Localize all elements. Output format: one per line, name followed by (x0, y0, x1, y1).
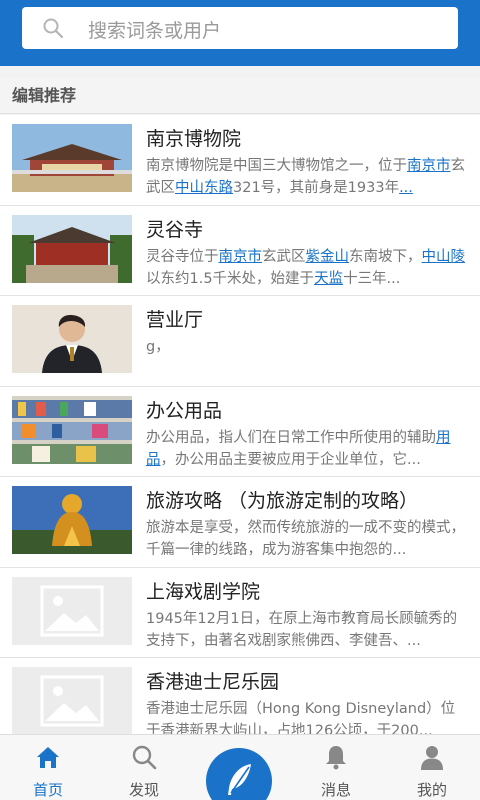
top-bar: 搜索词条或用户 (0, 0, 480, 66)
item-description: 办公用品，指人们在日常工作中所使用的辅助用品，办公用品主要被应用于企业单位，它.… (146, 427, 468, 471)
search-icon (43, 18, 64, 39)
feather-icon (228, 764, 251, 795)
item-text: 以东约1.5千米处，始建于 (146, 270, 315, 287)
section-title: 编辑推荐 (0, 78, 480, 114)
item-thumbnail (12, 124, 132, 192)
home-icon (37, 747, 59, 768)
list-item[interactable]: 旅游攻略 （为旅游定制的攻略） 旅游本是享受，然而传统旅游的一成不变的模式，千篇一… (0, 477, 480, 568)
item-description: 1945年12月1日，在原上海市教育局长顾毓秀的支持下，由著名戏剧家熊佛西、李健… (146, 608, 468, 652)
item-text: ，办公用品主要被应用于企业单位，它... (160, 451, 421, 468)
item-title: 营业厅 (146, 309, 204, 331)
item-text: 321号，其前身是1933年 (233, 180, 400, 196)
search-placeholder: 搜索词条或用户 (88, 20, 222, 42)
item-title: 南京博物院 (146, 128, 242, 150)
item-description: 旅游本是享受，然而传统旅游的一成不变的模式，千篇一律的线路，成为游客集中抱怨的.… (146, 517, 468, 561)
item-text: g， (146, 339, 170, 355)
image-placeholder-icon (12, 576, 132, 645)
image-placeholder-icon (12, 667, 132, 735)
item-link[interactable]: 南京市 (407, 158, 451, 174)
item-title: 香港迪士尼乐园 (146, 671, 280, 693)
item-description: 南京博物院是中国三大博物馆之一，位于南京市玄武区中山东路321号，其前身是193… (146, 155, 468, 199)
list-item[interactable]: 办公用品办公用品，指人们在日常工作中所使用的辅助用品，办公用品主要被应用于企业单… (0, 386, 480, 477)
item-text: 旅游本是享受，然而传统旅游的一成不变的模式，千篇一律的线路，成为游客集中抱怨的.… (146, 520, 465, 558)
list-item[interactable]: 上海戏剧学院 1945年12月1日，在原上海市教育局长顾毓秀的支持下，由著名戏剧家… (0, 567, 480, 658)
tab-mine[interactable]: 我的 (384, 735, 480, 800)
item-text: 玄武区 (262, 248, 306, 265)
item-text: 十三年... (343, 270, 401, 287)
item-link[interactable]: 天监 (314, 271, 343, 287)
tab-home[interactable]: 首页 (0, 735, 96, 800)
tab-home-label: 首页 (32, 781, 63, 799)
list-item[interactable]: 营业厅 g， (0, 296, 480, 387)
item-link[interactable]: 中山东路 (175, 180, 233, 196)
item-link[interactable]: 南京市 (219, 249, 263, 265)
item-link[interactable]: 中山陵 (422, 249, 466, 265)
item-text: 灵谷寺位于 (146, 248, 219, 265)
item-title: 旅游攻略 （为旅游定制的攻略） (146, 490, 419, 512)
item-link[interactable]: 紫金山 (306, 249, 350, 265)
item-title: 上海戏剧学院 (146, 580, 261, 603)
item-description: g， (146, 336, 468, 358)
tab-messages-label: 消息 (320, 781, 351, 799)
item-title: 灵谷寺 (146, 218, 204, 241)
item-thumbnail (12, 214, 132, 283)
recommend-list: 南京博物院 南京博物院是中国三大博物馆之一，位于南京市玄武区中山东路321号，其前… (0, 115, 480, 749)
user-icon (421, 746, 443, 770)
search-icon (132, 745, 157, 770)
item-title: 办公用品 (146, 399, 223, 422)
tab-messages[interactable]: 消息 (288, 735, 384, 800)
item-thumbnail (12, 395, 132, 464)
item-link[interactable]: ... (399, 180, 413, 196)
list-item[interactable]: 灵谷寺灵谷寺位于南京市玄武区紫金山东南坡下，中山陵以东约1.5千米处，始建于天监… (0, 205, 480, 296)
tab-mine-label: 我的 (416, 781, 447, 799)
tab-discover[interactable]: 发现 (96, 735, 192, 800)
bell-icon (326, 746, 346, 770)
search-input[interactable]: 搜索词条或用户 (22, 7, 458, 49)
item-description: 灵谷寺位于南京市玄武区紫金山东南坡下，中山陵以东约1.5千米处，始建于天监十三年… (146, 246, 468, 290)
item-thumbnail (12, 305, 132, 373)
item-thumbnail (12, 486, 132, 554)
item-text: 1945年12月1日，在原上海市教育局长顾毓秀的支持下，由著名戏剧家熊佛西、李健… (146, 610, 458, 649)
item-text: 办公用品，指人们在日常工作中所使用的辅助 (146, 429, 436, 446)
item-text: 南京博物院是中国三大博物馆之一，位于 (146, 158, 407, 174)
list-item[interactable]: 南京博物院南京博物院是中国三大博物馆之一，位于南京市玄武区中山东路321号，其前… (0, 115, 480, 206)
tab-discover-label: 发现 (128, 781, 159, 799)
item-text: 东南坡下， (349, 248, 422, 265)
